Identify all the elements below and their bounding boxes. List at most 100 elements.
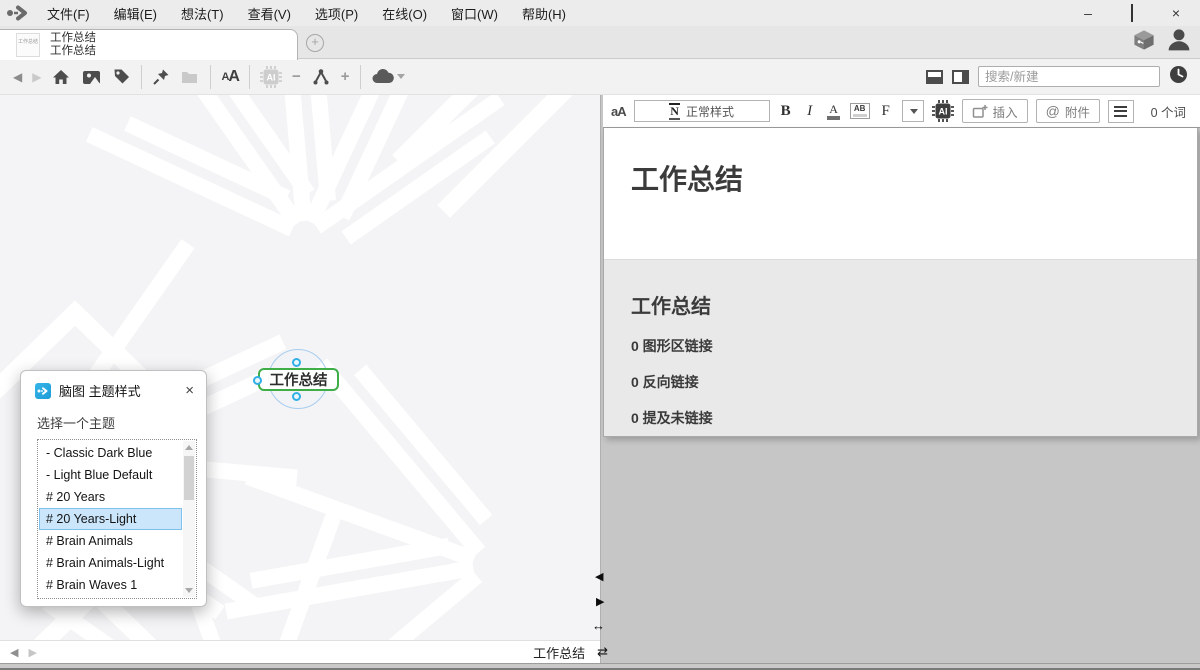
notes-panel: aA N 正常样式 B I A AB F AI (600, 95, 1200, 663)
menu-bar: 文件(F) 编辑(E) 想法(T) 查看(V) 选项(P) 在线(O) 窗口(W) 帮助(H) (40, 2, 583, 25)
zoom-out-icon[interactable]: − (292, 68, 301, 85)
notes-card[interactable]: 工作总结 工作总结 0 图形区链接 0 反向链接 0 提及未链接 (603, 128, 1198, 437)
pin-icon[interactable] (152, 68, 170, 86)
menu-item[interactable]: 想法(T) (174, 2, 231, 25)
text-size-icon[interactable]: AA (221, 68, 239, 86)
scroll-down-icon[interactable] (183, 584, 195, 597)
menu-item[interactable]: 帮助(H) (515, 2, 573, 25)
link-count-item[interactable]: 0 反向链接 (631, 372, 1197, 392)
word-count: 0 个词 (1151, 102, 1196, 121)
text-color-button[interactable]: A (826, 103, 842, 120)
notes-text-size-icon[interactable]: aA (611, 104, 626, 119)
presentation-icon[interactable] (81, 67, 102, 87)
layout-bottom-icon[interactable] (926, 70, 943, 84)
cloud-sync-icon[interactable] (371, 68, 405, 86)
notes-toolbar: aA N 正常样式 B I A AB F AI (603, 95, 1200, 128)
thought-node[interactable]: 工作总结 (258, 368, 339, 391)
active-thought-label[interactable]: 工作总结 (533, 643, 585, 662)
menu-item[interactable]: 编辑(E) (107, 2, 164, 25)
tab-line1: 工作总结 (50, 32, 96, 46)
collapse-left-icon[interactable]: ◀ (595, 572, 603, 583)
svg-text:AI: AI (938, 107, 947, 117)
close-button[interactable]: × (1168, 5, 1184, 21)
tab-bar: 工作总结 工作总结 工作总结 + (0, 26, 1200, 58)
zoom-in-icon[interactable]: + (341, 68, 350, 85)
parent-gate[interactable] (292, 358, 301, 367)
svg-text:AI: AI (266, 72, 275, 82)
highlight-button[interactable]: AB (850, 103, 870, 119)
history-forward-icon[interactable]: ▶ (28, 646, 36, 659)
plex-layout-icon[interactable] (311, 67, 331, 87)
links-section: 工作总结 0 图形区链接 0 反向链接 0 提及未链接 (604, 259, 1197, 436)
italic-button[interactable]: I (802, 103, 818, 120)
brain-logo-icon (6, 5, 32, 21)
theme-option[interactable]: - Classic Dark Blue (39, 442, 182, 464)
tab-label: 工作总结 工作总结 (50, 32, 96, 59)
main-toolbar: ◀ ▶ (0, 58, 1200, 95)
theme-list-scrollbar[interactable] (183, 441, 195, 597)
link-count-item[interactable]: 0 图形区链接 (631, 336, 1197, 356)
menu-item[interactable]: 查看(V) (241, 2, 298, 25)
cloud-dropdown-icon[interactable] (397, 74, 405, 79)
local-brain-cube-icon[interactable] (1132, 28, 1156, 57)
brain-tab[interactable]: 工作总结 工作总结 工作总结 (0, 29, 298, 60)
scrollbar-thumb[interactable] (184, 456, 194, 500)
paperclip-icon: @ (1046, 103, 1060, 119)
menu-item[interactable]: 窗口(W) (444, 2, 505, 25)
dialog-brain-logo-icon (35, 383, 51, 399)
menu-item[interactable]: 在线(O) (375, 2, 434, 25)
theme-style-dialog: 脑图 主题样式 × 选择一个主题 - Classic Dark Blue- Li… (20, 370, 207, 607)
font-button[interactable]: F (878, 103, 894, 120)
history-clock-icon[interactable] (1169, 65, 1188, 89)
home-icon[interactable] (51, 67, 71, 87)
dialog-title: 脑图 主题样式 (59, 381, 141, 400)
links-heading: 工作总结 (604, 260, 1197, 319)
theme-option[interactable]: # 20 Years (39, 486, 182, 508)
jump-gate[interactable] (253, 376, 262, 385)
collapse-right-icon[interactable]: ▶ (596, 597, 604, 608)
insert-icon (972, 104, 988, 119)
user-account-icon[interactable] (1166, 27, 1192, 58)
insert-button[interactable]: 插入 (962, 99, 1028, 123)
back-icon[interactable]: ◀ (13, 70, 22, 84)
new-tab-button[interactable]: + (306, 34, 324, 52)
minimize-button[interactable]: – (1080, 5, 1096, 21)
link-count-item[interactable]: 0 提及未链接 (631, 408, 1197, 428)
app-window: 文件(F) 编辑(E) 想法(T) 查看(V) 选项(P) 在线(O) 窗口(W) 帮助(H)… (0, 0, 1200, 670)
layout-right-icon[interactable] (952, 70, 969, 84)
bold-button[interactable]: B (778, 103, 794, 120)
note-title[interactable]: 工作总结 (604, 128, 1197, 198)
tag-icon[interactable] (112, 67, 131, 86)
theme-option[interactable]: # Brain Animals (39, 530, 182, 552)
menu-item[interactable]: 选项(P) (308, 2, 365, 25)
scroll-up-icon[interactable] (183, 441, 195, 454)
more-formatting-dropdown[interactable] (902, 100, 924, 122)
menu-item[interactable]: 文件(F) (40, 2, 97, 25)
open-folder-icon[interactable] (180, 68, 200, 86)
paragraph-style-select[interactable]: N 正常样式 (634, 100, 770, 122)
theme-option[interactable]: - Light Blue Default (39, 464, 182, 486)
dialog-close-icon[interactable]: × (185, 384, 194, 398)
toolbar-separator (141, 65, 142, 89)
theme-option[interactable]: # Brain Waves 1 (39, 574, 182, 596)
toolbar-separator (210, 65, 211, 89)
tab-thumbnail: 工作总结 (16, 33, 40, 57)
dialog-prompt: 选择一个主题 (37, 413, 206, 432)
theme-option[interactable]: # Brain Animals-Light (39, 552, 182, 574)
notes-editor[interactable]: 工作总结 (604, 128, 1197, 259)
maximize-button[interactable] (1124, 5, 1140, 21)
notes-menu-icon[interactable] (1108, 100, 1134, 123)
status-bar: ◀ ▶ 工作总结 ⇄ (0, 640, 600, 663)
swap-sync-icon[interactable]: ⇄ (597, 644, 608, 660)
resize-divider-icon[interactable]: ↔ (592, 620, 605, 631)
theme-list: - Classic Dark Blue- Light Blue Default#… (39, 442, 182, 596)
forward-icon[interactable]: ▶ (32, 70, 41, 84)
child-gate[interactable] (292, 392, 301, 401)
history-back-icon[interactable]: ◀ (10, 646, 18, 659)
search-input[interactable] (978, 66, 1160, 87)
attachment-button[interactable]: @ 附件 (1036, 99, 1100, 123)
notes-ai-icon[interactable]: AI (932, 100, 954, 122)
window-bottom-edge (0, 663, 1200, 670)
ai-assistant-icon[interactable]: AI (260, 66, 282, 88)
theme-option[interactable]: # 20 Years-Light (39, 508, 182, 530)
